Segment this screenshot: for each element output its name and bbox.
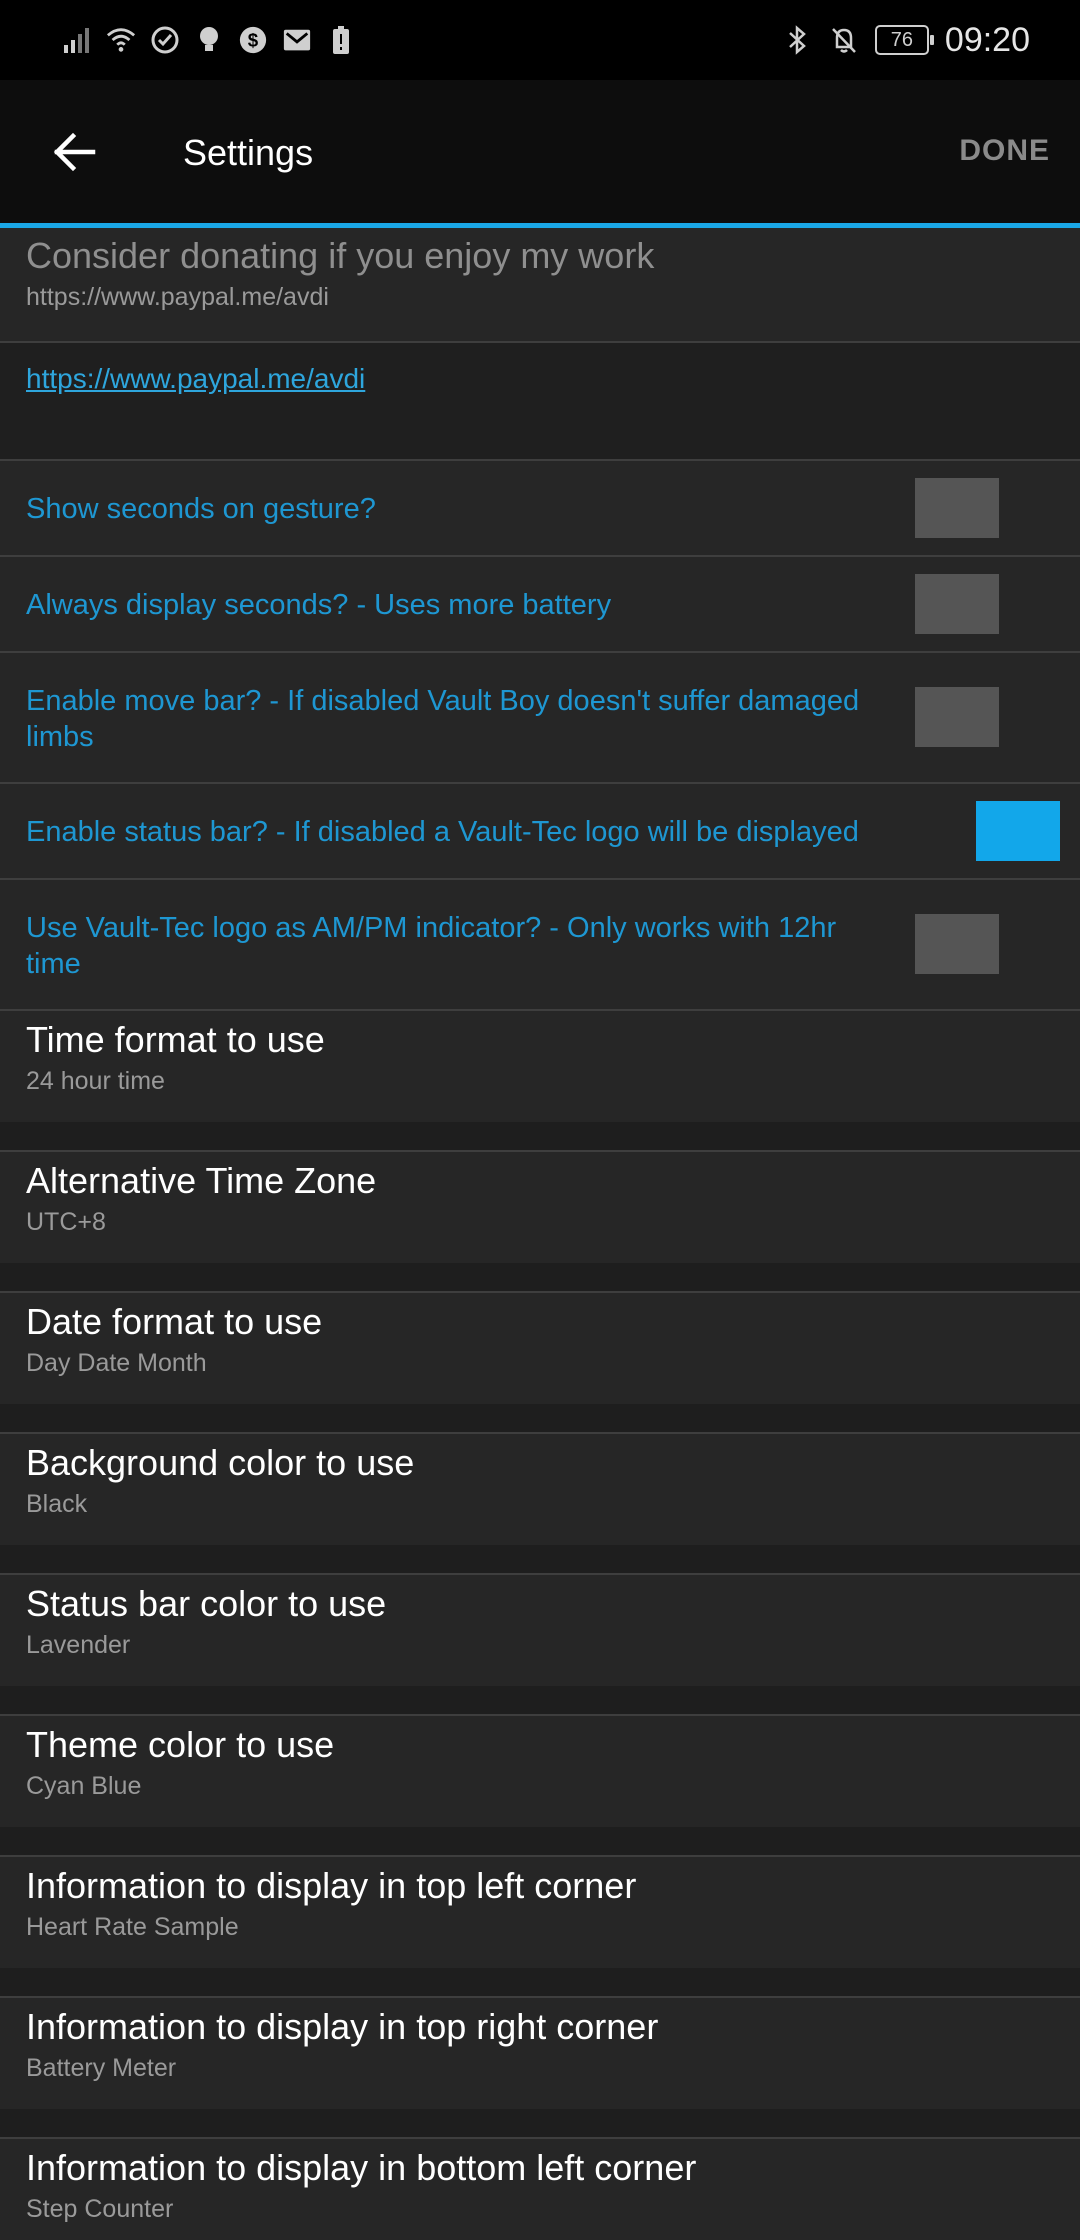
setting-top-right-info[interactable]: Information to display in top right corn… <box>0 1998 1080 2109</box>
setting-always-display-seconds[interactable]: Always display seconds? - Uses more batt… <box>0 557 1080 653</box>
divider <box>0 1545 1080 1575</box>
setting-value: Black <box>26 1490 88 1518</box>
setting-title: Background color to use <box>26 1442 415 1483</box>
checkbox-label: Use Vault-Tec logo as AM/PM indicator? -… <box>26 912 837 980</box>
setting-value: Lavender <box>26 1631 131 1659</box>
donate-link-row: https://www.paypal.me/avdi <box>0 343 1080 461</box>
setting-background-color[interactable]: Background color to use Black <box>0 1434 1080 1545</box>
dollar-icon: $ <box>238 25 268 55</box>
setting-title: Date format to use <box>26 1301 323 1342</box>
checkbox-label: Enable move bar? - If disabled Vault Boy… <box>26 685 860 753</box>
setting-value: Step Counter <box>26 2195 174 2223</box>
checkbox-enable-move-bar[interactable] <box>915 687 999 747</box>
setting-enable-status-bar[interactable]: Enable status bar? - If disabled a Vault… <box>0 784 1080 880</box>
setting-vault-tec-ampm[interactable]: Use Vault-Tec logo as AM/PM indicator? -… <box>0 880 1080 1011</box>
setting-date-format[interactable]: Date format to use Day Date Month <box>0 1293 1080 1404</box>
svg-text:$: $ <box>248 30 259 51</box>
battery-alert-icon <box>326 25 356 55</box>
setting-enable-move-bar[interactable]: Enable move bar? - If disabled Vault Boy… <box>0 653 1080 784</box>
divider <box>0 1263 1080 1293</box>
status-icons-left: $ <box>62 18 356 62</box>
setting-theme-color[interactable]: Theme color to use Cyan Blue <box>0 1716 1080 1827</box>
toolbar: Settings DONE <box>0 80 1080 223</box>
setting-value: UTC+8 <box>26 1208 106 1236</box>
status-icons-right: 76 09:20 <box>783 18 1030 62</box>
setting-title: Time format to use <box>26 1019 325 1060</box>
setting-title: Information to display in top left corne… <box>26 1865 637 1906</box>
divider <box>0 1968 1080 1998</box>
donate-subtitle: https://www.paypal.me/avdi <box>26 283 329 311</box>
setting-title: Alternative Time Zone <box>26 1160 377 1201</box>
wifi-icon <box>106 25 136 55</box>
divider <box>0 1686 1080 1716</box>
setting-value: 24 hour time <box>26 1067 165 1095</box>
setting-top-left-info[interactable]: Information to display in top left corne… <box>0 1857 1080 1968</box>
page-title: Settings <box>183 132 314 173</box>
setting-title: Information to display in bottom left co… <box>26 2147 697 2188</box>
setting-bottom-left-info[interactable]: Information to display in bottom left co… <box>0 2139 1080 2240</box>
checkbox-always-display-seconds[interactable] <box>915 574 999 634</box>
divider <box>0 2109 1080 2139</box>
bluetooth-icon <box>783 25 813 55</box>
paypal-link[interactable]: https://www.paypal.me/avdi <box>26 363 365 395</box>
mail-icon <box>282 25 312 55</box>
arrow-left-icon <box>53 132 96 172</box>
setting-show-seconds-gesture[interactable]: Show seconds on gesture? <box>0 461 1080 557</box>
status-time: 09:20 <box>944 20 1030 59</box>
setting-title: Theme color to use <box>26 1724 335 1765</box>
donate-title: Consider donating if you enjoy my work <box>26 235 655 276</box>
status-bar: $ 76 09:20 <box>0 0 1080 80</box>
setting-title: Status bar color to use <box>26 1583 387 1624</box>
setting-time-format[interactable]: Time format to use 24 hour time <box>0 1011 1080 1122</box>
donate-row[interactable]: Consider donating if you enjoy my work h… <box>0 228 1080 343</box>
checkbox-label: Enable status bar? - If disabled a Vault… <box>26 816 859 848</box>
lightbulb-icon <box>194 25 224 55</box>
back-button[interactable] <box>44 122 104 182</box>
checkbox-label: Always display seconds? - Uses more batt… <box>26 589 612 621</box>
setting-value: Cyan Blue <box>26 1772 142 1800</box>
setting-title: Information to display in top right corn… <box>26 2006 659 2047</box>
checkbox-vault-tec-ampm[interactable] <box>915 914 999 974</box>
checkbox-label: Show seconds on gesture? <box>26 493 376 525</box>
setting-value: Day Date Month <box>26 1349 207 1377</box>
bell-off-icon <box>829 25 859 55</box>
checkbox-enable-status-bar[interactable] <box>976 801 1060 861</box>
signal-icon <box>62 25 92 55</box>
check-circle-icon <box>150 25 180 55</box>
checkbox-show-seconds-gesture[interactable] <box>915 478 999 538</box>
setting-alt-time-zone[interactable]: Alternative Time Zone UTC+8 <box>0 1152 1080 1263</box>
battery-indicator: 76 <box>874 25 934 55</box>
setting-status-bar-color[interactable]: Status bar color to use Lavender <box>0 1575 1080 1686</box>
divider <box>0 1404 1080 1434</box>
divider <box>0 1122 1080 1152</box>
setting-value: Battery Meter <box>26 2054 177 2082</box>
divider <box>0 1827 1080 1857</box>
done-button[interactable]: DONE <box>959 134 1050 168</box>
setting-value: Heart Rate Sample <box>26 1913 239 1941</box>
